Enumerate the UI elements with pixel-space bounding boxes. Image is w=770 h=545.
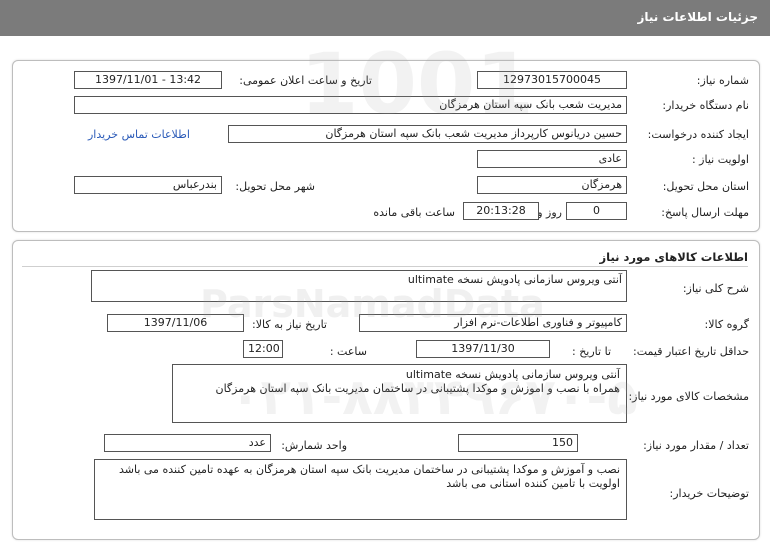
specs-line: آنتی ویروس سازمانی پادویش نسخه ultimate	[405, 368, 620, 381]
time-left-label: ساعت باقی مانده	[373, 206, 455, 219]
validity-time-field: 12:00	[243, 340, 283, 358]
page-header: جزئیات اطلاعات نیاز	[0, 0, 770, 36]
goods-group-field: کامپیوتر و فناوری اطلاعات-نرم افزار	[359, 314, 627, 332]
buyer-notes-field: نصب و آموزش و موکدا پشتیبانی در ساختمان …	[94, 459, 627, 520]
days-label: روز و	[537, 206, 562, 219]
general-desc-field: آنتی ویروس سازمانی پادویش نسخه ultimate	[91, 270, 627, 302]
specs-field: آنتی ویروس سازمانی پادویش نسخه ultimate …	[172, 364, 627, 423]
buyer-contact-link[interactable]: اطلاعات تماس خریدار	[88, 128, 190, 141]
days-field: 0	[566, 202, 627, 220]
buyer-notes-line: اولویت با تامین کننده استانی می باشد	[446, 477, 620, 490]
time-left-field: 20:13:28	[463, 202, 539, 220]
general-desc-label: شرح کلی نیاز:	[682, 282, 749, 295]
need-number-field: 12973015700045	[477, 71, 627, 89]
deadline-label: مهلت ارسال پاسخ:	[661, 206, 749, 219]
page-title: جزئیات اطلاعات نیاز	[637, 10, 758, 24]
city-field: بندرعباس	[74, 176, 222, 194]
need-number-label: شماره نیاز:	[696, 74, 749, 87]
need-date-label: تاریخ نیاز به کالا:	[252, 318, 327, 331]
announce-datetime-field: 1397/11/01 - 13:42	[74, 71, 222, 89]
buyer-org-label: نام دستگاه خریدار:	[662, 99, 749, 112]
unit-label: واحد شمارش:	[281, 439, 347, 452]
province-field: هرمزگان	[477, 176, 627, 194]
specs-label: مشخصات کالای مورد نیاز:	[628, 390, 749, 403]
specs-line: همراه با نصب و اموزش و موکدا پشتیبانی در…	[215, 382, 621, 395]
requester-field: حسین دریانوس کارپرداز مدیریت شعب بانک سپ…	[228, 125, 627, 143]
until-date-label: تا تاریخ :	[572, 345, 611, 358]
buyer-notes-label: توضیحات خریدار:	[669, 487, 750, 500]
announce-datetime-label: تاریخ و ساعت اعلان عمومی:	[239, 74, 372, 87]
priority-label: اولویت نیاز :	[691, 153, 749, 166]
priority-field: عادی	[477, 150, 627, 168]
goods-section-title: اطلاعات کالاهای مورد نیاز	[599, 250, 748, 264]
province-label: استان محل تحویل:	[662, 180, 749, 193]
unit-field: عدد	[104, 434, 271, 452]
need-date-field: 1397/11/06	[107, 314, 244, 332]
goods-group-label: گروه کالا:	[704, 318, 749, 331]
quantity-label: تعداد / مقدار مورد نیاز:	[643, 439, 749, 452]
section-divider	[22, 266, 748, 267]
buyer-notes-line: نصب و آموزش و موکدا پشتیبانی در ساختمان …	[118, 463, 620, 476]
city-label: شهر محل تحویل:	[235, 180, 315, 193]
validity-time-label: ساعت :	[329, 345, 367, 358]
price-validity-label: حداقل تاریخ اعتبار قیمت:	[633, 345, 749, 358]
quantity-field: 150	[458, 434, 578, 452]
validity-date-field: 1397/11/30	[416, 340, 550, 358]
requester-label: ایجاد کننده درخواست:	[647, 128, 749, 141]
buyer-org-field: مدیریت شعب بانک سپه استان هرمزگان	[74, 96, 627, 114]
